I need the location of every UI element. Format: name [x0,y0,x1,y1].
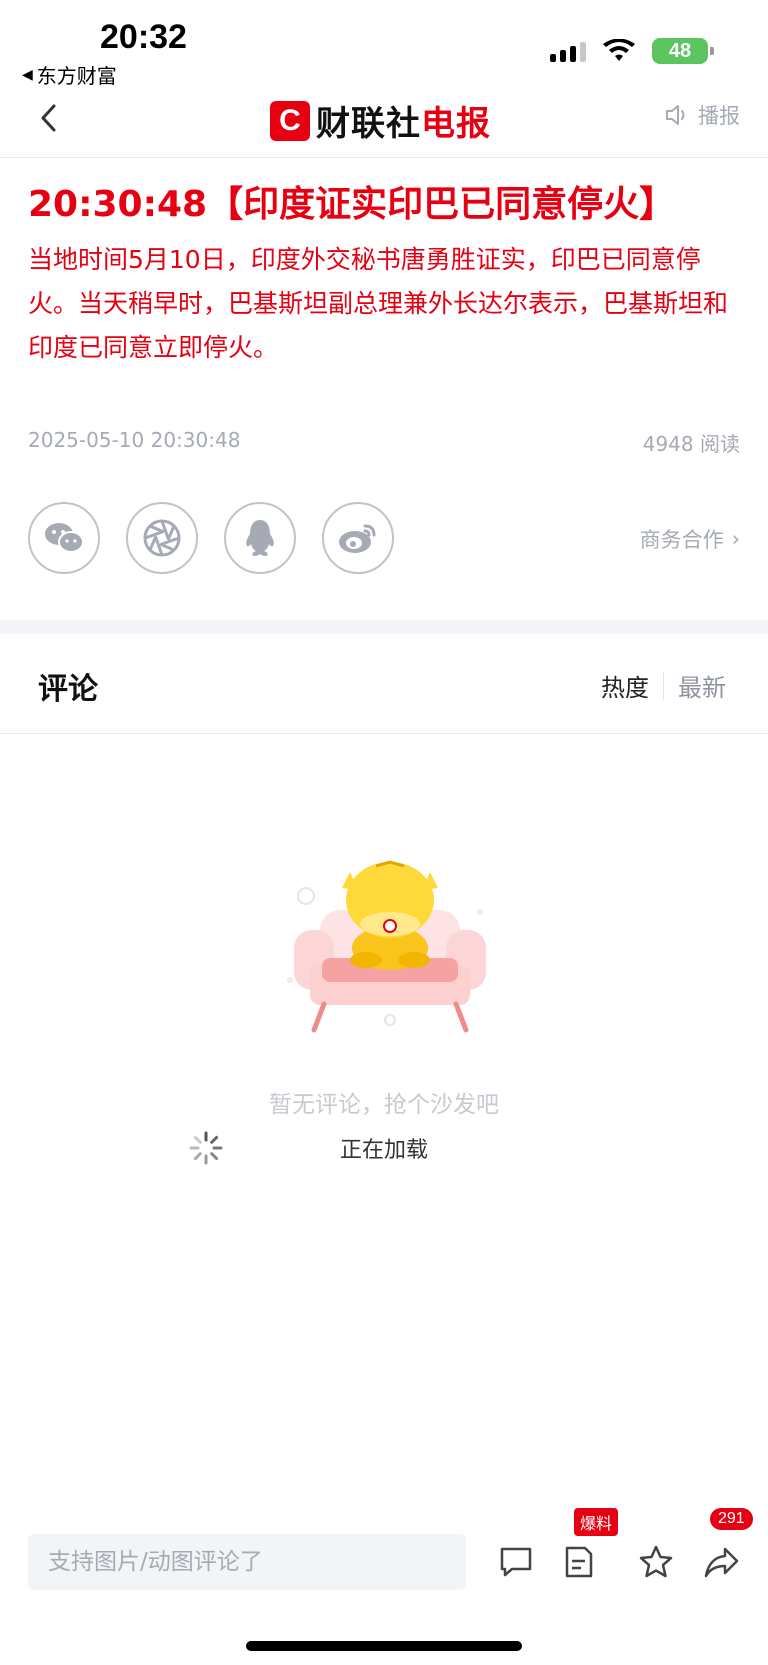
share-weibo-button[interactable] [322,502,394,574]
loading-indicator: 正在加载 [188,1130,588,1170]
moments-icon [143,519,181,557]
document-icon [565,1546,593,1578]
back-button[interactable] [28,98,68,138]
tip-off-badge: 爆料 [574,1508,619,1536]
comment-input[interactable] [28,1534,466,1590]
share-count-badge: 291 [710,1508,753,1530]
brand-name-primary: 财联社 [316,104,421,144]
section-divider [0,620,768,634]
share-arrow-icon [704,1547,739,1578]
nav-header: C 财联社电报 播报 [0,88,768,158]
article-body: 当地时间5月10日，印度外交秘书唐勇胜证实，印巴已同意停火。当天稍早时，巴基斯坦… [28,245,729,363]
weibo-icon [339,524,376,553]
chevron-right-icon: › [731,527,740,551]
status-time: 20:32 [100,18,187,56]
loading-text: 正在加载 [340,1138,429,1163]
tab-newest[interactable]: 最新 [664,668,740,703]
chevron-left-icon [41,104,56,132]
speaker-icon [666,105,685,125]
comment-list-button[interactable] [492,1538,540,1586]
status-indicators: 48 [550,38,714,64]
share-qq-button[interactable] [224,502,296,574]
share-wechat-button[interactable] [28,502,100,574]
star-icon [639,1545,673,1578]
back-app-label: 东方财富 [36,64,117,88]
spinner-icon [189,1131,223,1165]
brand-logo-mark: C [270,100,310,141]
article-read-count: 4948 阅读 [642,432,740,456]
share-moments-button[interactable] [126,502,198,574]
broadcast-button[interactable]: 播报 [664,100,740,130]
broadcast-label: 播报 [698,104,740,128]
home-indicator [246,1641,522,1651]
article-title: 20:30:48【印度证实印巴已同意停火】 [28,184,676,225]
comments-title: 评论 [38,672,98,707]
qq-icon [246,520,274,556]
wechat-icon [45,523,84,553]
empty-sofa-illustration [287,860,486,1033]
status-bar: 20:32 ◀ 东方财富 48 [0,0,768,90]
brand-name-accent: 电报 [421,104,491,144]
business-cooperation-link[interactable]: 商务合作 › [640,524,740,554]
back-to-app-link[interactable]: ◀ 东方财富 [22,60,117,89]
share-button[interactable] [698,1538,746,1586]
bottom-bar: 爆料 291 [0,1508,768,1620]
brand-name: 财联社电报 [316,96,491,145]
tip-off-button[interactable] [554,1538,602,1586]
chat-bubble-icon [500,1547,532,1577]
tab-hot[interactable]: 热度 [587,668,663,703]
empty-comments-text: 暂无评论，抢个沙发吧 [269,1092,499,1118]
comments-header: 评论 热度 最新 [0,634,768,734]
back-triangle-icon: ◀ [22,66,33,83]
business-cooperation-label: 商务合作 [639,528,724,552]
cellular-signal-icon [550,40,586,62]
share-row: 商务合作 › [28,502,740,576]
brand-logo: C 财联社电报 [270,96,491,145]
article-meta: 2025-05-10 20:30:48 4948 阅读 [28,428,740,457]
wifi-icon [603,39,635,61]
favorite-button[interactable] [632,1538,680,1586]
article: 20:30:48【印度证实印巴已同意停火】 当地时间5月10日，印度外交秘书唐勇… [28,180,740,370]
battery-icon: 48 [652,38,714,64]
comment-sort-tabs: 热度 最新 [587,668,740,703]
article-datetime: 2025-05-10 20:30:48 [28,428,241,452]
